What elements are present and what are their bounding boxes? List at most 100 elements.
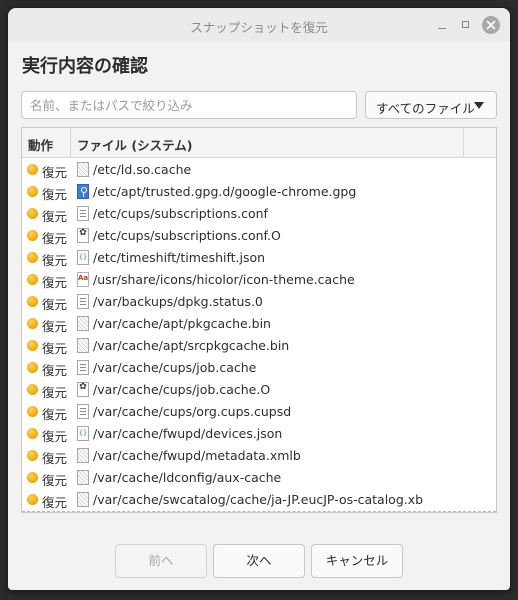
table-row[interactable]: 復元/etc/ld.so.cache [22, 159, 496, 181]
row-file-path: /var/cache/fwupd/metadata.xmlb [93, 448, 301, 463]
row-file-path: /var/cache/cups/org.cups.cupsd [93, 404, 292, 419]
table-row[interactable]: 復元/etc/cups/subscriptions.conf [22, 203, 496, 225]
column-header-file[interactable]: ファイル (システム) [77, 135, 192, 154]
generic-file-icon [77, 162, 89, 177]
previous-button[interactable]: 前へ [115, 544, 207, 578]
table-body: 復元/etc/ld.so.cache 復元/etc/apt/trusted.gpg… [22, 159, 496, 511]
row-action: 復元 [42, 319, 68, 334]
maximize-icon[interactable] [458, 17, 474, 33]
row-action: 復元 [42, 165, 68, 180]
file-filter-dropdown[interactable]: すべてのファイル [365, 91, 497, 119]
table-row[interactable]: 復元/etc/cups/subscriptions.conf.O [22, 225, 496, 247]
file-filter-label: すべてのファイル [376, 101, 475, 116]
cancel-button[interactable]: キャンセル [311, 544, 403, 578]
row-action: 復元 [42, 209, 68, 224]
row-action: 復元 [42, 187, 68, 202]
column-header-action[interactable]: 動作 [28, 135, 53, 154]
row-file-path: /etc/ld.so.cache [93, 162, 192, 177]
status-dot-icon [27, 252, 38, 263]
table-row[interactable]: 復元/usr/share/icons/hicolor/icon-theme.ca… [22, 269, 496, 291]
row-file-path: /var/cache/apt/pkgcache.bin [93, 316, 271, 331]
row-file-path: /etc/cups/subscriptions.conf [93, 206, 268, 221]
row-action: 復元 [42, 275, 68, 290]
minimize-icon[interactable] [434, 17, 450, 33]
page-title: 実行内容の確認 [22, 56, 148, 77]
next-button[interactable]: 次へ [213, 544, 305, 578]
changes-table[interactable]: 動作 ファイル (システム) 復元/etc/ld.so.cache 復元/etc/… [21, 127, 497, 513]
status-dot-icon [27, 494, 38, 505]
row-action: 復元 [42, 495, 68, 510]
status-dot-icon [27, 274, 38, 285]
row-file-path: /var/cache/cups/job.cache.O [93, 382, 271, 397]
table-row[interactable]: 復元/var/cache/cups/job.cache.O [22, 379, 496, 401]
text-file-icon [77, 360, 89, 375]
table-row[interactable]: 復元/var/cache/apt/pkgcache.bin [22, 313, 496, 335]
status-dot-icon [27, 164, 38, 175]
restore-dialog: スナップショットを復元 実行内容の確認 すべてのファイル 動作 ファイル (シス… [8, 8, 510, 590]
row-action: 復元 [42, 451, 68, 466]
gear-file-icon [77, 382, 89, 397]
row-file-path: /var/backups/dpkg.status.0 [93, 294, 263, 309]
generic-file-icon [77, 470, 89, 485]
title-bar[interactable]: スナップショットを復元 [8, 8, 510, 42]
row-file-path: /var/cache/fwupd/devices.json [93, 426, 283, 441]
key-file-icon [77, 184, 89, 199]
table-row[interactable]: 復元/var/cache/apt/srcpkgcache.bin [22, 335, 496, 357]
json-file-icon [77, 250, 89, 265]
generic-file-icon [77, 316, 89, 331]
gear-file-icon [77, 228, 89, 243]
status-dot-icon [27, 186, 38, 197]
generic-file-icon [77, 338, 89, 353]
table-bottom-edge [22, 511, 496, 512]
column-divider[interactable] [463, 128, 464, 157]
text-file-icon [77, 206, 89, 221]
row-file-path: /etc/cups/subscriptions.conf.O [93, 228, 281, 243]
table-row[interactable]: 復元/var/cache/cups/job.cache [22, 357, 496, 379]
table-row[interactable]: 復元/etc/timeshift/timeshift.json [22, 247, 496, 269]
table-row[interactable]: 復元/var/cache/fwupd/devices.json [22, 423, 496, 445]
table-row[interactable]: 復元/var/cache/cups/org.cups.cupsd [22, 401, 496, 423]
chevron-down-icon [474, 102, 484, 109]
row-action: 復元 [42, 297, 68, 312]
text-file-icon [77, 294, 89, 309]
generic-file-icon [77, 448, 89, 463]
generic-file-icon [77, 492, 89, 507]
row-action: 復元 [42, 363, 68, 378]
status-dot-icon [27, 208, 38, 219]
status-dot-icon [27, 296, 38, 307]
column-divider[interactable] [70, 128, 71, 157]
row-file-path: /var/cache/swcatalog/cache/ja-JP.eucJP-o… [93, 492, 424, 507]
status-dot-icon [27, 362, 38, 373]
row-file-path: /var/cache/apt/srcpkgcache.bin [93, 338, 290, 353]
row-file-path: /etc/timeshift/timeshift.json [93, 250, 266, 265]
row-action: 復元 [42, 429, 68, 444]
text-file-icon [77, 404, 89, 419]
font-file-icon [77, 272, 89, 287]
table-row[interactable]: 復元/etc/apt/trusted.gpg.d/google-chrome.g… [22, 181, 496, 203]
row-action: 復元 [42, 473, 68, 488]
row-action: 復元 [42, 341, 68, 356]
status-dot-icon [27, 450, 38, 461]
table-header: 動作 ファイル (システム) [22, 128, 496, 158]
status-dot-icon [27, 230, 38, 241]
row-action: 復元 [42, 385, 68, 400]
table-row[interactable]: 復元/var/cache/swcatalog/cache/ja-JP.eucJP… [22, 489, 496, 511]
row-file-path: /var/cache/cups/job.cache [93, 360, 257, 375]
status-dot-icon [27, 472, 38, 483]
status-dot-icon [27, 406, 38, 417]
close-icon[interactable] [482, 16, 500, 34]
status-dot-icon [27, 428, 38, 439]
row-file-path: /usr/share/icons/hicolor/icon-theme.cach… [93, 272, 355, 287]
table-row[interactable]: 復元/var/cache/fwupd/metadata.xmlb [22, 445, 496, 467]
row-action: 復元 [42, 253, 68, 268]
row-file-path: /etc/apt/trusted.gpg.d/google-chrome.gpg [93, 184, 357, 199]
status-dot-icon [27, 318, 38, 329]
table-row[interactable]: 復元/var/backups/dpkg.status.0 [22, 291, 496, 313]
row-action: 復元 [42, 407, 68, 422]
table-row[interactable]: 復元/var/cache/ldconfig/aux-cache [22, 467, 496, 489]
status-dot-icon [27, 384, 38, 395]
status-dot-icon [27, 340, 38, 351]
search-input[interactable] [21, 91, 357, 119]
json-file-icon [77, 426, 89, 441]
row-action: 復元 [42, 231, 68, 246]
